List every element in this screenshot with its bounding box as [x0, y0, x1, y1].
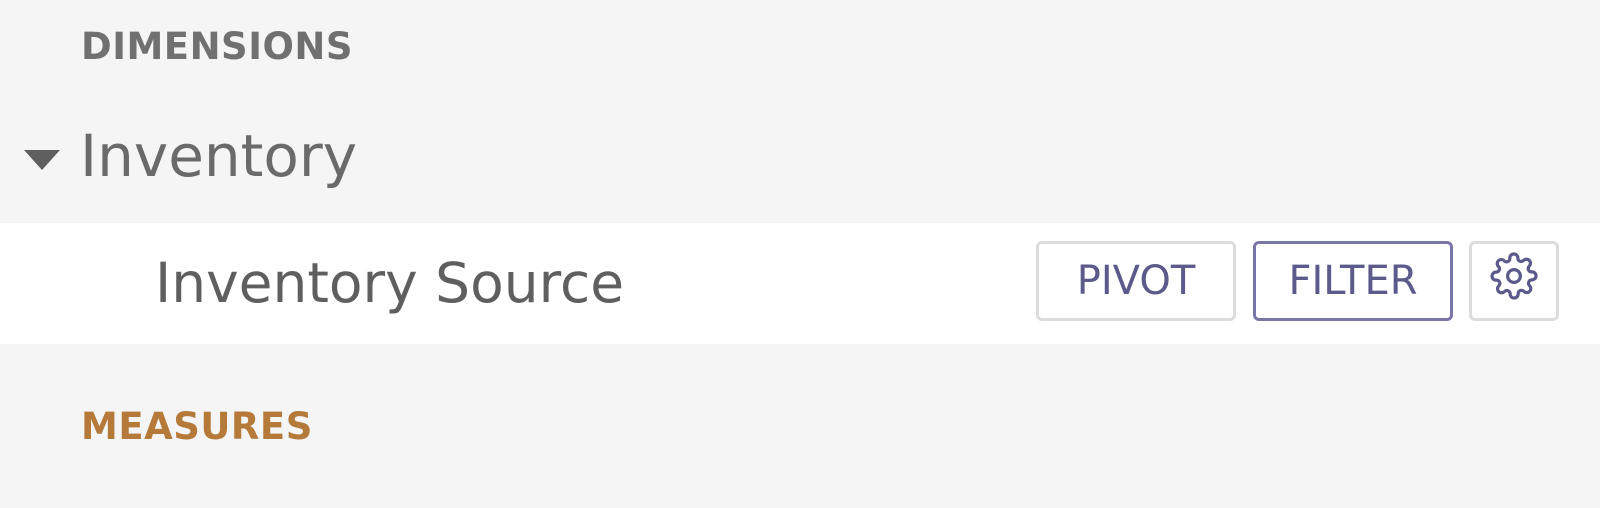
gear-icon [1490, 252, 1538, 310]
group-label-inventory[interactable]: Inventory [80, 124, 357, 189]
field-picker-panel: DIMENSIONS Inventory Inventory Source PI… [0, 0, 1600, 508]
settings-button[interactable] [1469, 241, 1559, 321]
pivot-button[interactable]: PIVOT [1036, 241, 1236, 321]
field-label[interactable]: Inventory Source [155, 253, 624, 314]
field-row-inventory-source[interactable]: Inventory Source PIVOT FILTER [0, 223, 1600, 344]
dimensions-section-header: DIMENSIONS [81, 25, 354, 68]
measures-section-header: MEASURES [81, 405, 313, 448]
caret-down-icon[interactable] [24, 150, 60, 170]
filter-button[interactable]: FILTER [1253, 241, 1453, 321]
